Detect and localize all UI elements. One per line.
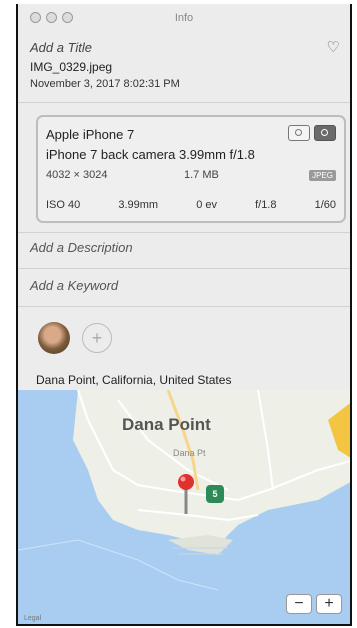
info-window: Info Add a Title ♡ IMG_0329.jpeg Novembe… [16,4,352,626]
location-map[interactable]: Dana Point Dana Pt 5 − + Legal [18,390,350,624]
person-avatar[interactable] [38,322,70,354]
camera-mode-icon [314,125,336,141]
map-place-label: Dana Point [122,415,211,434]
divider [18,306,350,307]
format-badge: JPEG [309,170,336,181]
camera-lens: iPhone 7 back camera 3.99mm f/1.8 [46,147,255,162]
favorite-heart-icon[interactable]: ♡ [327,38,340,56]
window-title: Info [174,12,194,24]
image-resolution: 4032 × 3024 [46,169,108,181]
camera-info-panel: Apple iPhone 7 iPhone 7 back camera 3.99… [36,115,346,223]
add-person-button[interactable]: + [82,323,112,353]
camera-icons [288,125,336,141]
zoom-out-button[interactable]: − [286,594,312,614]
exif-iso: ISO 40 [46,199,81,211]
map-street-label: Dana Pt [173,448,206,458]
keyword-field[interactable]: Add a Keyword [30,278,118,293]
camera-model: Apple iPhone 7 [46,127,135,142]
exif-row: ISO 40 3.99mm 0 ev f/1.8 1/60 [46,199,336,211]
divider [18,102,350,103]
file-name: IMG_0329.jpeg [30,60,113,74]
map-legal-link[interactable]: Legal [24,615,41,622]
file-size: 1.7 MB [184,169,219,181]
titlebar: Info [18,4,350,32]
map-zoom-controls: − + [286,594,342,614]
exif-aperture: f/1.8 [255,199,277,211]
location-pin-icon [178,474,194,490]
location-text: Dana Point, California, United States [36,373,232,387]
exif-exposure-bias: 0 ev [196,199,217,211]
cluster-count: 5 [212,489,218,499]
zoom-in-button[interactable]: + [316,594,342,614]
description-field[interactable]: Add a Description [30,240,133,255]
exif-shutter-speed: 1/60 [314,199,336,211]
divider [18,232,350,233]
divider [18,268,350,269]
capture-datetime[interactable]: November 3, 2017 8:02:31 PM [30,78,180,90]
exif-focal-length: 3.99mm [118,199,159,211]
camera-icon [288,125,310,141]
title-field[interactable]: Add a Title [30,40,92,55]
